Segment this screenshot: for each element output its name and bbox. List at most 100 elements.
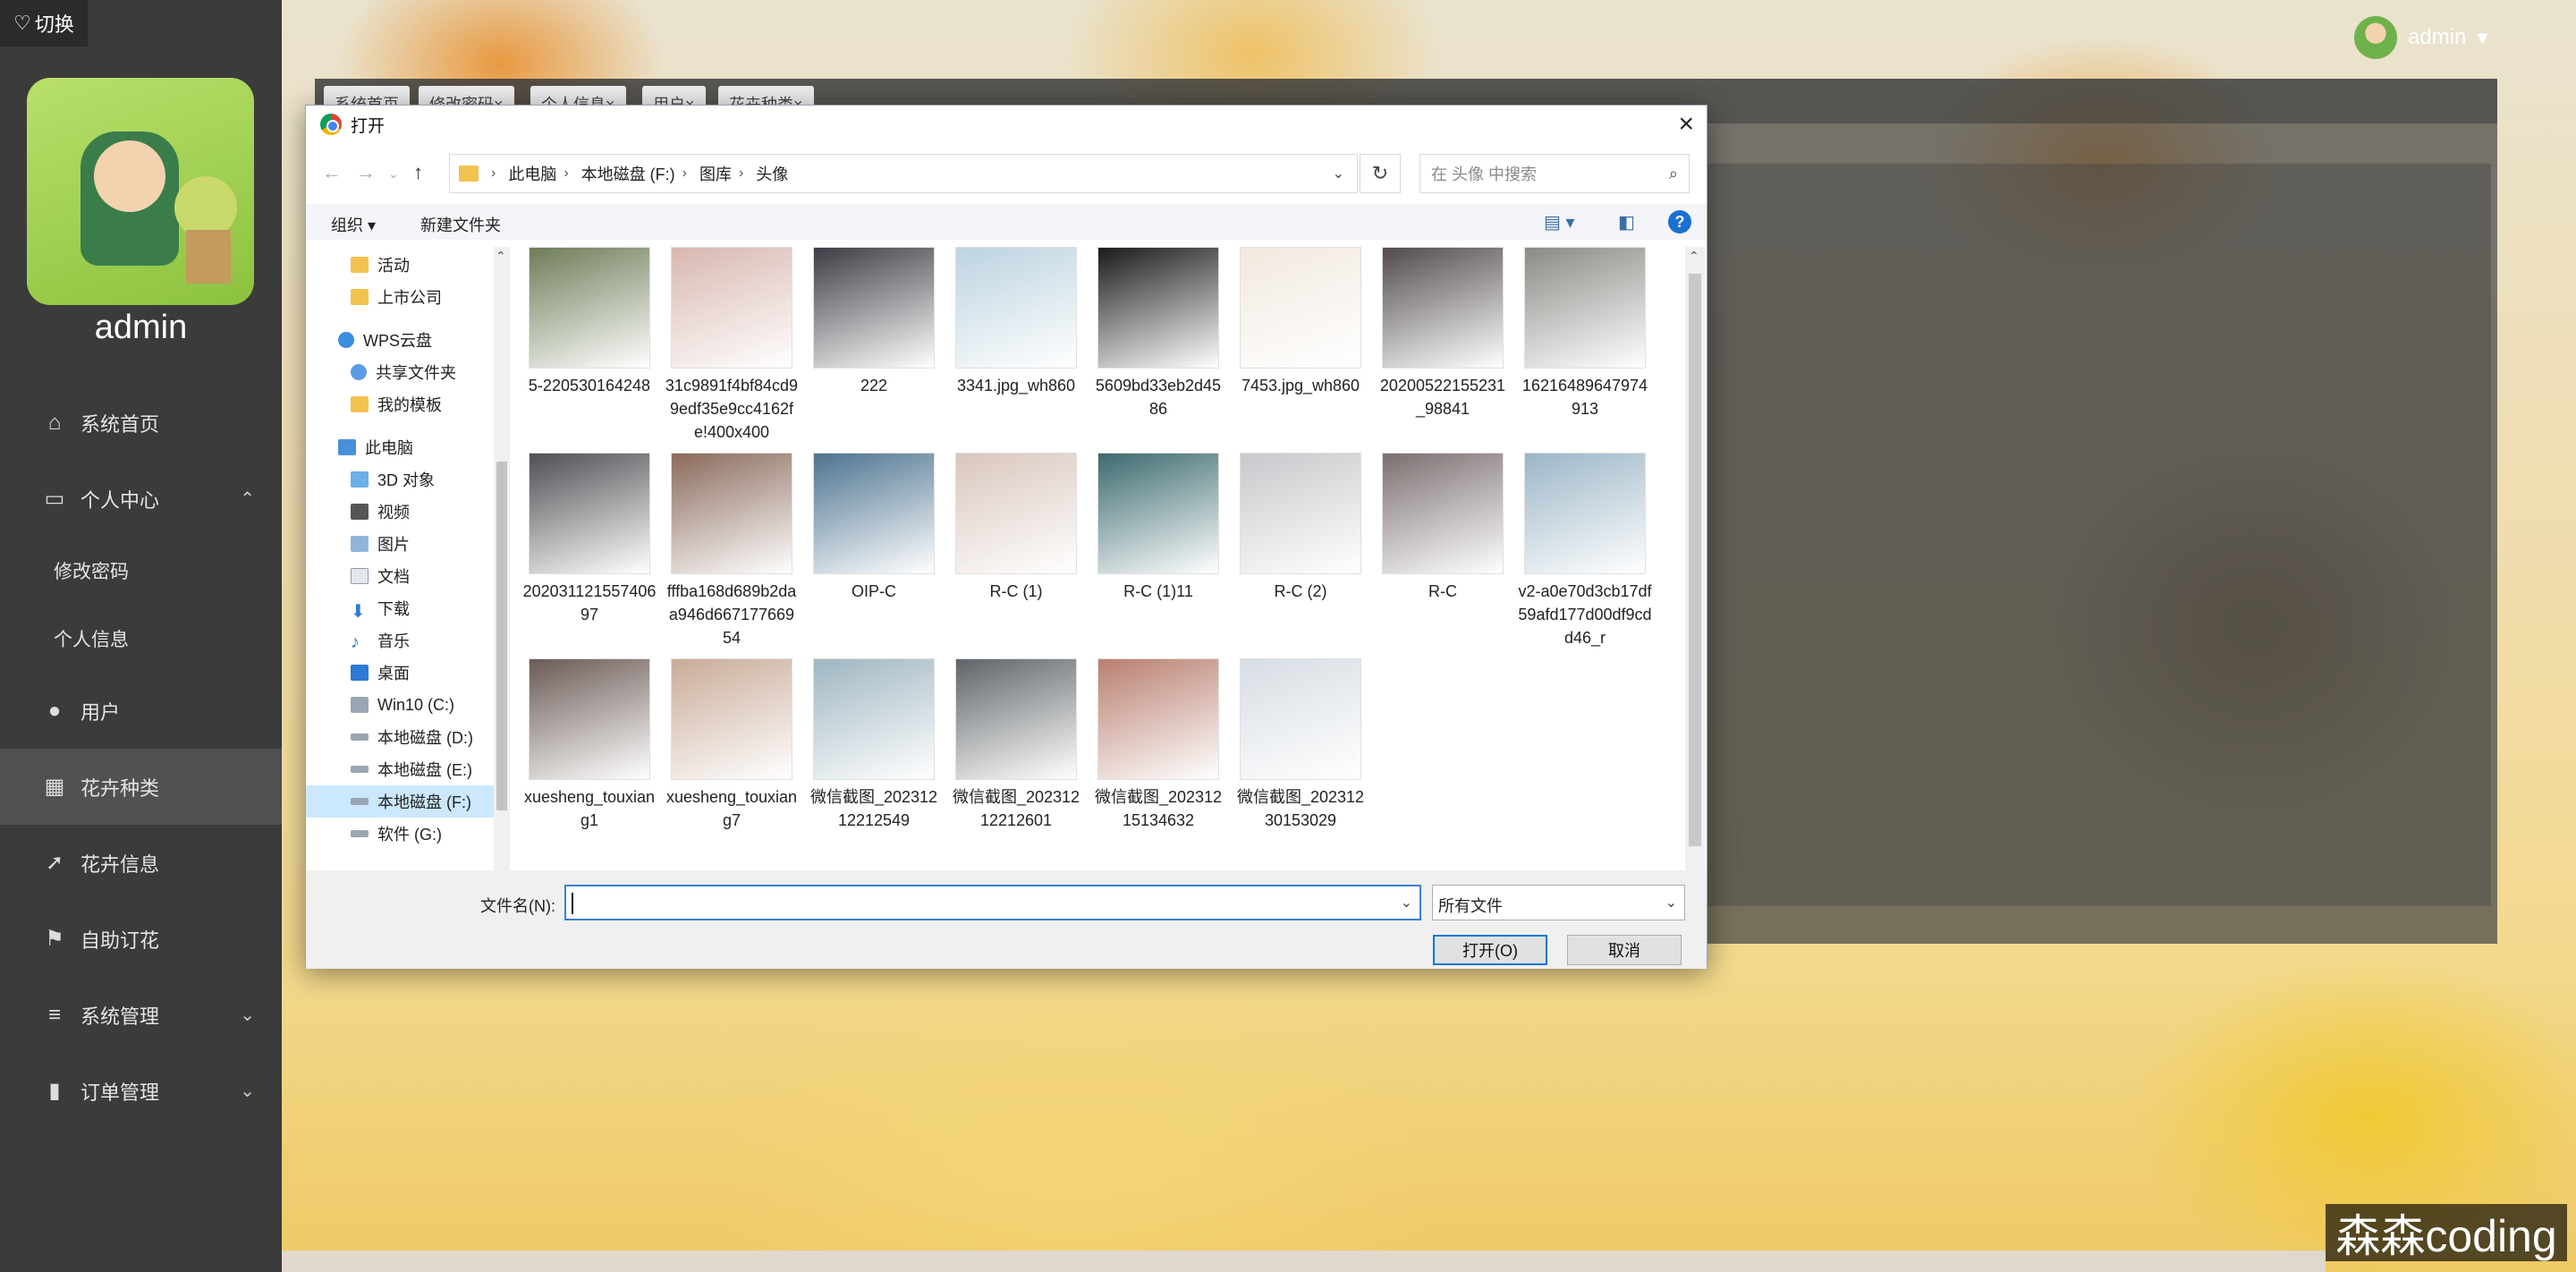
sidebar-item-label: 个人信息 [54, 630, 129, 650]
sidebar-item-label: 订单管理 [80, 1081, 160, 1104]
scrollbar-thumb[interactable] [1689, 274, 1701, 846]
forward-arrow-icon[interactable]: → [356, 161, 376, 184]
address-bar[interactable]: › 此电脑 › 本地磁盘 (F:) › 图库 › 头像 ⌄ [449, 154, 1358, 193]
new-folder-button[interactable]: 新建文件夹 [420, 213, 501, 236]
file-item[interactable]: OIP-C [807, 453, 941, 603]
recent-dropdown-icon[interactable]: ⌄ [388, 166, 399, 182]
tree-scrollbar[interactable]: ⌃ ⌄ [494, 247, 510, 967]
desktop-icon [351, 665, 369, 681]
sidebar-item-users[interactable]: ● 用户 [0, 673, 282, 749]
file-item[interactable]: 微信截图_20231212212601 [949, 658, 1083, 832]
dialog-toolbar: 组织 ▾ 新建文件夹 ▤ ▾ ◧ ? [306, 204, 1707, 240]
breadcrumb-item[interactable]: 图库 [699, 162, 732, 185]
preview-pane-icon[interactable]: ◧ [1618, 211, 1635, 233]
breadcrumb-item[interactable]: 本地磁盘 (F:) [581, 162, 675, 185]
file-item[interactable]: R-C (2) [1233, 453, 1368, 603]
tree-item[interactable]: 文档 [351, 560, 410, 592]
sidebar-item-label: 系统管理 [80, 1005, 160, 1028]
tree-item-label: 本地磁盘 (F:) [377, 793, 471, 811]
file-item[interactable]: xuesheng_touxiang1 [522, 658, 657, 832]
file-item[interactable]: fffba168d689b2daa946d66717766954 [665, 453, 799, 649]
chevron-down-icon[interactable]: ⌄ [1401, 894, 1412, 912]
tree-item[interactable]: 活动 [351, 249, 410, 281]
tree-item[interactable]: ⬇ 下载 [351, 592, 410, 624]
file-item[interactable]: 16216489647974913 [1518, 247, 1652, 420]
tree-item-label: 我的模板 [377, 396, 442, 414]
tree-item[interactable]: 此电脑 [338, 431, 413, 463]
chevron-down-icon: ⌄ [240, 1081, 255, 1101]
file-item[interactable]: R-C [1376, 453, 1510, 603]
tree-item[interactable]: 上市公司 [351, 281, 442, 313]
tree-item[interactable]: 本地磁盘 (E:) [351, 753, 472, 785]
cancel-button[interactable]: 取消 [1567, 935, 1682, 965]
tree-item[interactable]: ♪ 音乐 [351, 624, 410, 657]
sidebar-item-system-management[interactable]: ≡ 系统管理 ⌄ [0, 977, 282, 1053]
tree-item[interactable]: Win10 (C:) [351, 689, 454, 721]
tree-item[interactable]: 我的模板 [351, 388, 442, 420]
cloud-icon [338, 332, 354, 348]
file-thumbnail [1524, 453, 1646, 574]
tree-item[interactable]: 本地磁盘 (D:) [351, 721, 473, 753]
tree-item-label: 本地磁盘 (D:) [377, 729, 473, 747]
breadcrumb-item[interactable]: 头像 [756, 162, 788, 185]
tree-item[interactable]: WPS云盘 [338, 324, 432, 356]
sidebar-item-home[interactable]: ⌂ 系统首页 [0, 385, 282, 461]
filename-input[interactable]: ⌄ [564, 885, 1421, 920]
sidebar-item-self-order[interactable]: ⚑ 自助订花 [0, 901, 282, 977]
switch-button[interactable]: ♡ 切换 [0, 0, 88, 47]
back-arrow-icon[interactable]: ← [322, 161, 342, 184]
file-item[interactable]: 5-220530164248 [522, 247, 657, 397]
bar-chart-icon: ▮ [48, 1079, 61, 1103]
tree-item[interactable]: 桌面 [351, 657, 410, 689]
tree-item[interactable]: 3D 对象 [351, 463, 435, 496]
file-item[interactable]: 7453.jpg_wh860 [1233, 247, 1368, 397]
scrollbar-thumb[interactable] [496, 462, 507, 810]
search-input[interactable]: 在 头像 中搜索 ⌕ [1419, 154, 1690, 193]
sidebar-item-change-password[interactable]: 修改密码 [0, 537, 282, 605]
file-item[interactable]: 微信截图_20231215134632 [1091, 658, 1225, 832]
open-button[interactable]: 打开(O) [1433, 935, 1547, 965]
file-item[interactable]: 31c9891f4bf84cd99edf35e9cc4162fe!400x400 [665, 247, 799, 444]
sidebar-item-flower-info[interactable]: ➚ 花卉信息 [0, 825, 282, 901]
user-menu[interactable]: admin ▾ [2354, 16, 2487, 59]
tree-item[interactable]: 图片 [351, 528, 410, 560]
tree-item-selected[interactable]: 本地磁盘 (F:) [306, 785, 494, 818]
file-item[interactable]: 222 [807, 247, 941, 397]
chevron-down-icon[interactable]: ⌄ [1333, 165, 1344, 182]
file-item[interactable]: R-C (1) [949, 453, 1083, 603]
files-scrollbar[interactable]: ⌃ ⌄ [1685, 247, 1705, 967]
sidebar-item-personal-center[interactable]: ▭ 个人中心 ⌃ [0, 461, 282, 537]
file-item[interactable]: 微信截图_20231230153029 [1233, 658, 1368, 832]
file-item[interactable]: 微信截图_20231212212549 [807, 658, 941, 832]
file-item[interactable]: 20200522155231_98841 [1376, 247, 1510, 420]
filetype-select[interactable]: 所有文件 ⌄ [1432, 885, 1685, 920]
sidebar-item-order-management[interactable]: ▮ 订单管理 ⌄ [0, 1053, 282, 1129]
file-item[interactable]: R-C (1)11 [1091, 453, 1225, 603]
switch-label: 切换 [34, 13, 74, 36]
refresh-button[interactable]: ↻ [1360, 154, 1401, 193]
up-arrow-icon[interactable]: ↑ [413, 161, 423, 184]
chevron-down-icon: ⌄ [240, 1005, 255, 1025]
refresh-icon: ↻ [1371, 162, 1389, 184]
file-thumbnail [529, 658, 650, 780]
help-icon[interactable]: ? [1668, 210, 1691, 233]
tree-item[interactable]: 软件 (G:) [351, 818, 442, 850]
tree-item[interactable]: 视频 [351, 496, 410, 528]
scroll-up-icon[interactable]: ⌃ [496, 249, 506, 264]
file-item[interactable]: 5609bd33eb2d4586 [1091, 247, 1225, 420]
sidebar-item-personal-info[interactable]: 个人信息 [0, 605, 282, 673]
file-item[interactable]: xuesheng_touxiang7 [665, 658, 799, 832]
close-icon[interactable]: × [1678, 109, 1694, 140]
file-item[interactable]: v2-a0e70d3cb17df59afd177d00df9cdd46_r [1518, 453, 1652, 649]
filetype-value: 所有文件 [1438, 897, 1503, 915]
picture-icon [351, 536, 369, 552]
file-item[interactable]: 20203112155740697 [522, 453, 657, 626]
file-item[interactable]: 3341.jpg_wh860 [949, 247, 1083, 397]
list-icon: ≡ [47, 1002, 61, 1027]
sidebar-item-flower-types[interactable]: ▦ 花卉种类 [0, 749, 282, 825]
scroll-up-icon[interactable]: ⌃ [1689, 249, 1699, 264]
tree-item[interactable]: 共享文件夹 [351, 356, 456, 388]
view-options-icon[interactable]: ▤ ▾ [1544, 211, 1575, 233]
breadcrumb-item[interactable]: 此电脑 [508, 162, 556, 185]
organize-button[interactable]: 组织 ▾ [331, 213, 376, 236]
